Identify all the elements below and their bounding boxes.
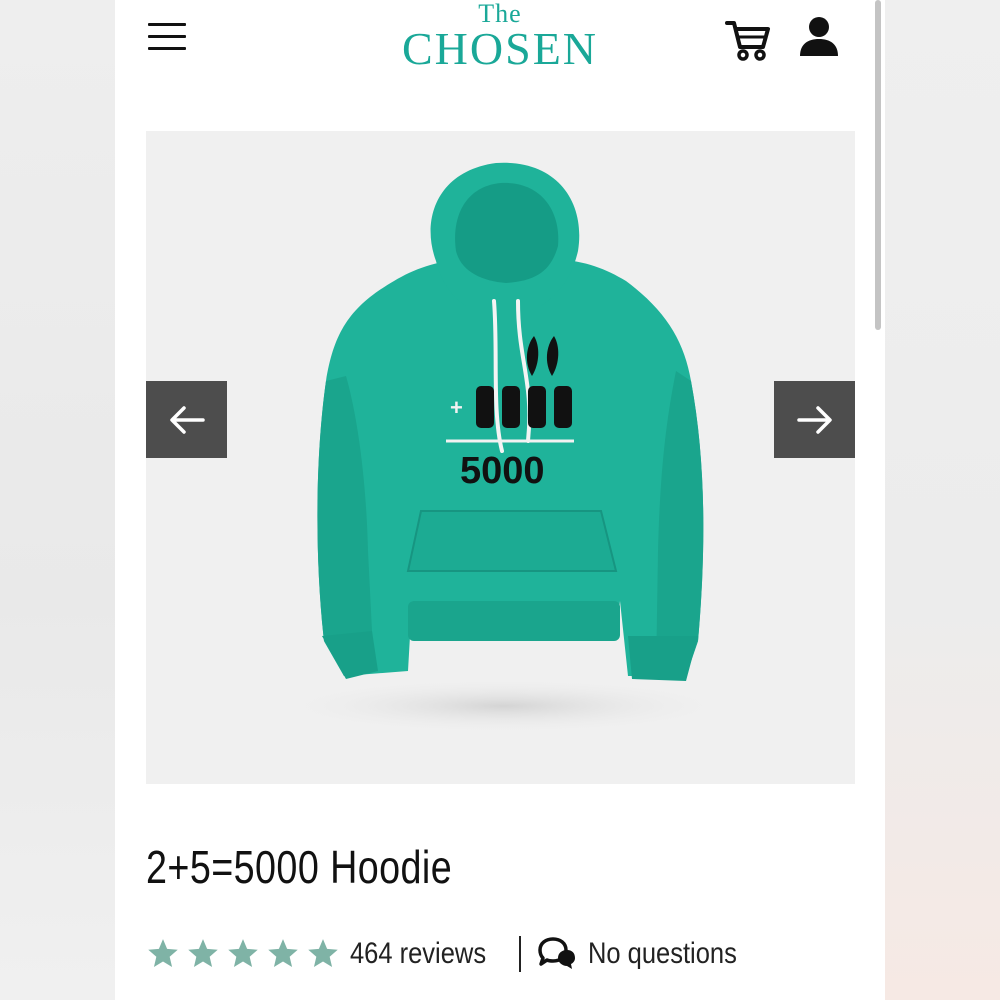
previous-image-button[interactable]: [146, 381, 227, 458]
product-image-gallery: + 5000: [146, 131, 855, 784]
star-icon: [188, 939, 218, 968]
questions-label: No questions: [588, 937, 737, 970]
speech-bubbles-icon: [538, 937, 575, 969]
account-button[interactable]: [797, 14, 841, 60]
menu-line: [148, 35, 186, 38]
menu-line: [148, 47, 186, 50]
mobile-page: The CHOSEN + 5000 2+5=5000 Hoodie 464 re…: [115, 0, 885, 1000]
site-logo[interactable]: The CHOSEN: [390, 0, 610, 75]
hoodie-product-image: + 5000: [274, 162, 734, 734]
page-scrollbar[interactable]: [875, 0, 881, 330]
menu-button[interactable]: [148, 20, 188, 54]
background-left: [0, 0, 115, 1000]
cart-button[interactable]: [725, 17, 771, 63]
menu-line: [148, 23, 186, 26]
print-plus: +: [450, 395, 463, 420]
questions-link[interactable]: No questions: [536, 934, 763, 974]
background-right: [885, 0, 1000, 1000]
star-icon: [148, 939, 178, 968]
user-account-icon: [800, 17, 838, 56]
star-icon: [228, 939, 258, 968]
reviews-link[interactable]: 464 reviews: [350, 937, 486, 971]
rating-stars[interactable]: [146, 937, 340, 971]
next-image-button[interactable]: [774, 381, 855, 458]
star-icon: [308, 939, 338, 968]
shopping-cart-icon: [725, 21, 770, 61]
rating-divider: [519, 936, 521, 972]
product-title: 2+5=5000 Hoodie: [146, 841, 453, 893]
print-number: 5000: [460, 450, 545, 492]
arrow-right-icon: [796, 405, 832, 434]
star-icon: [268, 939, 298, 968]
rating-row: 464 reviews No questions: [146, 934, 846, 974]
arrow-left-icon: [169, 405, 205, 434]
logo-chosen: CHOSEN: [401, 23, 599, 74]
